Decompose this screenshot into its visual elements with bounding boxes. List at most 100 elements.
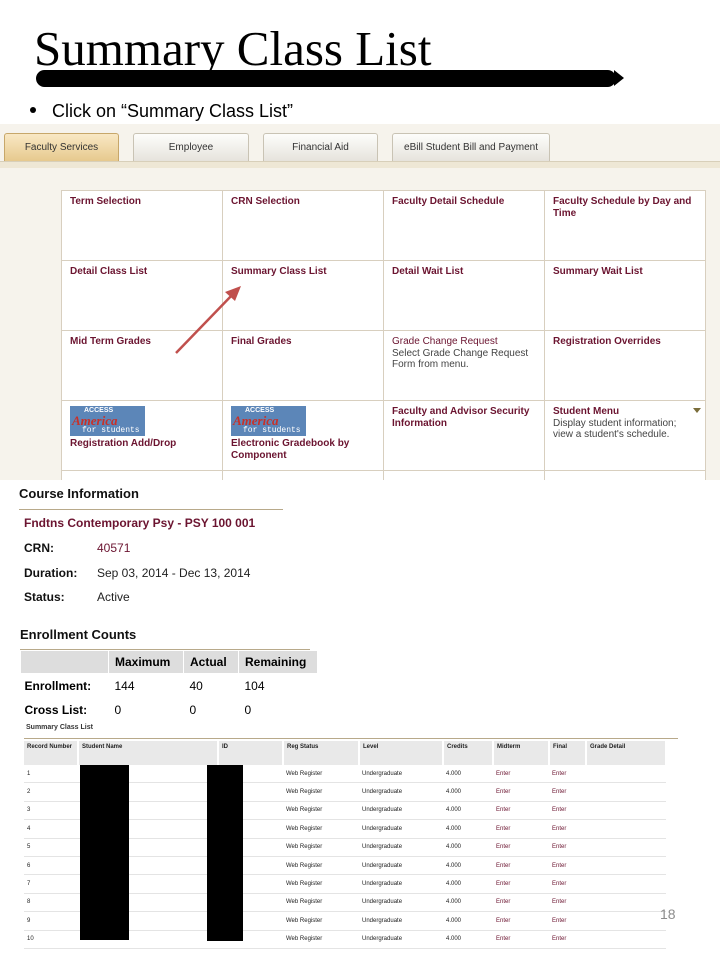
tab-bar: Faculty Services Employee Financial Aid … (0, 124, 720, 168)
course-title: Fndtns Contemporary Psy - PSY 100 001 (24, 516, 256, 530)
scl-header-reg-status: Reg Status (283, 741, 360, 765)
status-value: Active (97, 590, 130, 604)
menu-cell-mid-term-grades: Mid Term Grades (62, 331, 223, 401)
final-enter-link[interactable]: Enter (549, 930, 586, 949)
menu-cell-cutoff (62, 471, 223, 480)
midterm-enter-link[interactable]: Enter (493, 911, 549, 931)
table-cell (586, 930, 666, 949)
midterm-enter-link[interactable]: Enter (493, 856, 549, 876)
redaction-bar-student-names (80, 765, 129, 940)
tab-employee[interactable]: Employee (133, 133, 249, 161)
instruction-bullet: Click on “Summary Class List” (30, 101, 293, 122)
table-cell: 2 (24, 782, 78, 802)
detail-class-list-link[interactable]: Detail Class List (70, 266, 214, 278)
table-cell: 9 (24, 911, 78, 931)
status-row: Status: Active (24, 590, 130, 604)
final-enter-link[interactable]: Enter (549, 819, 586, 839)
duration-value: Sep 03, 2014 - Dec 13, 2014 (97, 566, 251, 580)
midterm-enter-link[interactable]: Enter (493, 874, 549, 894)
table-cell: Web Register (283, 930, 359, 949)
term-selection-link[interactable]: Term Selection (70, 196, 214, 208)
heading-underline (19, 509, 283, 510)
table-cell: Web Register (283, 856, 359, 876)
slide-title: Summary Class List (34, 21, 432, 76)
summary-class-list-rule (24, 738, 678, 739)
table-cell: 3 (24, 801, 78, 821)
table-cell: Undergraduate (359, 911, 443, 931)
midterm-enter-link[interactable]: Enter (493, 765, 549, 784)
faculty-schedule-day-time-link[interactable]: Faculty Schedule by Day and Time (553, 196, 697, 220)
midterm-enter-link[interactable]: Enter (493, 838, 549, 857)
menu-cell-cutoff (223, 471, 384, 480)
electronic-gradebook-link[interactable]: Electronic Gradebook by Component (231, 438, 375, 462)
table-cell: 4.000 (443, 801, 493, 821)
scl-header-row: Record Number Student Name ID Reg Status… (24, 741, 667, 765)
enrollment-row: Enrollment: 144 40 104 (24, 679, 265, 693)
table-cell (586, 801, 666, 821)
final-enter-link[interactable]: Enter (549, 801, 586, 821)
course-information-panel: Course Information Fndtns Contemporary P… (14, 481, 314, 621)
menu-cell-registration-overrides: Registration Overrides (545, 331, 706, 401)
menu-cell-faculty-detail-schedule: Faculty Detail Schedule (384, 191, 545, 261)
instruction-text: Click on “Summary Class List” (52, 101, 294, 121)
scl-header-student-name: Student Name (78, 741, 219, 765)
final-enter-link[interactable]: Enter (549, 838, 586, 857)
mid-term-grades-link[interactable]: Mid Term Grades (70, 336, 214, 348)
table-cell (586, 765, 666, 784)
table-cell: 8 (24, 893, 78, 913)
scl-header-id: ID (218, 741, 284, 765)
table-cell (586, 782, 666, 802)
menu-cell-detail-wait-list: Detail Wait List (384, 261, 545, 331)
access-america-logo: ACCESS America for students (231, 406, 306, 436)
final-enter-link[interactable]: Enter (549, 856, 586, 876)
menu-cell-summary-class-list: Summary Class List (223, 261, 384, 331)
scl-header-level: Level (359, 741, 444, 765)
midterm-enter-link[interactable]: Enter (493, 782, 549, 802)
faculty-services-menu-screenshot: Faculty Services Employee Financial Aid … (0, 124, 720, 480)
table-cell (586, 911, 666, 931)
tab-ebill[interactable]: eBill Student Bill and Payment (392, 133, 550, 161)
table-cell: Undergraduate (359, 782, 443, 802)
grade-change-request-link[interactable]: Grade Change Request (392, 336, 536, 348)
student-menu-link[interactable]: Student Menu (553, 406, 697, 418)
cross-list-row: Cross List: 0 0 0 (24, 703, 252, 717)
midterm-enter-link[interactable]: Enter (493, 819, 549, 839)
table-cell: Undergraduate (359, 819, 443, 839)
course-information-heading: Course Information (19, 486, 139, 501)
expand-triangle-icon[interactable] (693, 408, 701, 413)
midterm-enter-link[interactable]: Enter (493, 893, 549, 913)
enrollment-counts-table: Maximum Actual Remaining Enrollment: 144… (20, 650, 318, 722)
table-cell (586, 893, 666, 913)
final-enter-link[interactable]: Enter (549, 765, 586, 784)
table-cell: Undergraduate (359, 874, 443, 894)
final-enter-link[interactable]: Enter (549, 874, 586, 894)
table-cell: 4.000 (443, 874, 493, 894)
detail-wait-list-link[interactable]: Detail Wait List (392, 266, 536, 278)
tab-financial-aid[interactable]: Financial Aid (263, 133, 378, 161)
bullet-dot-icon (30, 107, 36, 114)
midterm-enter-link[interactable]: Enter (493, 801, 549, 821)
table-cell: Web Register (283, 838, 359, 857)
menu-cell-crn-selection: CRN Selection (223, 191, 384, 261)
page-number: 18 (660, 906, 676, 922)
table-cell: 4.000 (443, 856, 493, 876)
final-enter-link[interactable]: Enter (549, 893, 586, 913)
final-enter-link[interactable]: Enter (549, 911, 586, 931)
registration-add-drop-link[interactable]: Registration Add/Drop (70, 438, 214, 450)
access-america-logo: ACCESS America for students (70, 406, 145, 436)
midterm-enter-link[interactable]: Enter (493, 930, 549, 949)
table-cell (586, 838, 666, 857)
crn-selection-link[interactable]: CRN Selection (231, 196, 375, 208)
menu-cell-summary-wait-list: Summary Wait List (545, 261, 706, 331)
final-enter-link[interactable]: Enter (549, 782, 586, 802)
faculty-detail-schedule-link[interactable]: Faculty Detail Schedule (392, 196, 536, 208)
scl-header-record-number: Record Number (24, 741, 79, 765)
faculty-advisor-security-link[interactable]: Faculty and Advisor Security Information (392, 406, 536, 430)
final-grades-link[interactable]: Final Grades (231, 336, 375, 348)
registration-overrides-link[interactable]: Registration Overrides (553, 336, 697, 348)
duration-row: Duration: Sep 03, 2014 - Dec 13, 2014 (24, 566, 251, 580)
menu-cell-grade-change-request: Grade Change Request Select Grade Change … (384, 331, 545, 401)
summary-wait-list-link[interactable]: Summary Wait List (553, 266, 697, 278)
tab-faculty-services[interactable]: Faculty Services (4, 133, 119, 161)
summary-class-list-link[interactable]: Summary Class List (231, 266, 375, 278)
